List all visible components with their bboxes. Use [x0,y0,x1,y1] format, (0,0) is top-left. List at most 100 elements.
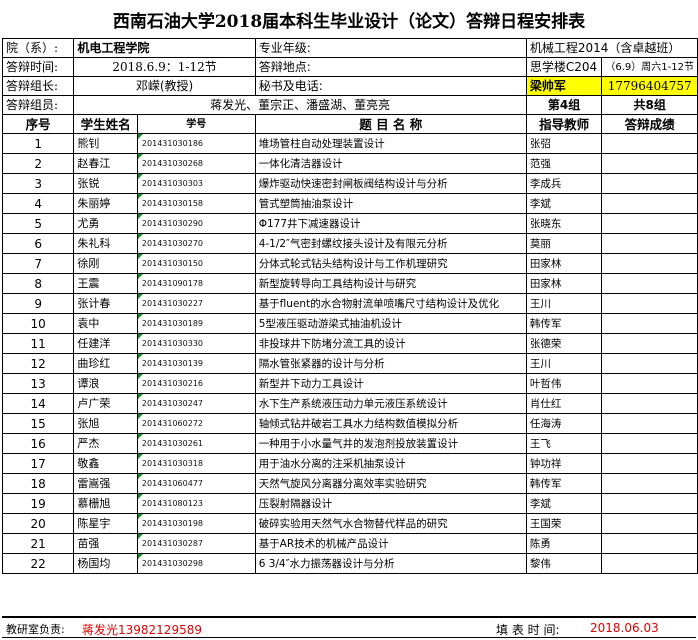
column-header-row: 序号 学生姓名 学号 题 目 名 称 指导教师 答辩成绩 [1,114,698,134]
advisor-name: 钟功祥 [525,453,603,474]
student-id: 201431030227 [136,293,256,314]
secretary-label: 秘书及电话: [254,76,527,96]
score-cell [601,273,698,294]
leader-value: 邓嵘(教授) [73,76,256,96]
student-id: 201431030261 [136,433,256,454]
advisor-name: 莫丽 [525,233,603,254]
advisor-name: 叶哲伟 [525,373,603,394]
score-cell [601,433,698,454]
score-cell [601,513,698,534]
student-name: 朱礼科 [73,233,138,254]
row-number: 1 [1,133,75,154]
row-number: 3 [1,173,75,194]
student-name: 赵春江 [73,153,138,174]
thesis-topic: 基于AR技术的机械产品设计 [254,533,527,554]
thesis-topic: 堆场管柱自动处理装置设计 [254,133,527,154]
row-number: 22 [1,553,75,574]
advisor-name: 韩传军 [525,473,603,494]
thesis-topic: 一体化清洁器设计 [254,153,527,174]
student-id: 201431030247 [136,393,256,414]
table-row: 19 慕栅旭 201431080123 压裂射隔器设计 李斌 [1,493,698,514]
student-name: 袁中 [73,313,138,334]
thesis-topic: 破碎实验用天然气水合物替代样品的研究 [254,513,527,534]
student-id: 201431030270 [136,233,256,254]
col-header-advisor: 指导教师 [525,114,603,134]
thesis-topic: 水下生产系统液压动力单元液压系统设计 [254,393,527,414]
student-id: 201431030189 [136,313,256,334]
footer-lead-label: 教研室负责: [6,623,65,636]
dept-value: 机电工程学院 [73,38,256,58]
advisor-name: 李斌 [525,193,603,214]
student-id: 201431030290 [136,213,256,234]
row-number: 15 [1,413,75,434]
score-cell [601,313,698,334]
footer-bar: 教研室负责: 蒋发光13982129589 填 表 时 间: 2018.06.0… [2,616,696,638]
table-row: 10 袁中 201431030189 5型液压驱动游梁式抽油机设计 韩传军 [1,313,698,334]
thesis-topic: 管式塑筒抽油泵设计 [254,193,527,214]
advisor-name: 王川 [525,353,603,374]
thesis-topic: 分体式轮式钻头结构设计与工作机理研究 [254,253,527,274]
thesis-topic: 非投球井下防堵分流工具的设计 [254,333,527,354]
student-name: 任建洋 [73,333,138,354]
advisor-name: 张晓东 [525,213,603,234]
dept-label: 院（系）: [1,38,75,58]
table-row: 3 张锐 201431030303 爆炸驱动快速密封闸板阀结构设计与分析 李成兵 [1,173,698,194]
major-value: 机械工程2014（含卓越班） [525,38,698,58]
student-name: 慕栅旭 [73,493,138,514]
col-header-score: 答辩成绩 [601,114,698,134]
table-row: 22 杨国均 201431030298 6 3/4″水力振荡器设计与分析 黎伟 [1,553,698,574]
student-id: 201431030186 [136,133,256,154]
page-title: 西南石油大学2018届本科生毕业设计（论文）答辩日程安排表 [112,11,586,32]
group-total: 共8组 [601,95,698,115]
score-cell [601,193,698,214]
thesis-topic: 压裂射隔器设计 [254,493,527,514]
advisor-name: 范强 [525,153,603,174]
col-header-no: 序号 [1,114,75,134]
advisor-name: 任海涛 [525,413,603,434]
score-cell [601,293,698,314]
score-cell [601,493,698,514]
col-header-student: 学生姓名 [73,114,138,134]
advisor-name: 李成兵 [525,173,603,194]
score-cell [601,173,698,194]
thesis-topic: 6 3/4″水力振荡器设计与分析 [254,553,527,574]
student-id: 201431030298 [136,553,256,574]
student-name: 徐刚 [73,253,138,274]
secretary-phone: 17796404757 [601,76,698,96]
student-name: 陈星宇 [73,513,138,534]
place-value: 思学楼C204 [525,57,603,77]
student-id: 201431060272 [136,413,256,434]
row-number: 19 [1,493,75,514]
place-label: 答辩地点: [254,57,527,77]
student-id: 201431030330 [136,333,256,354]
advisor-name: 黎伟 [525,553,603,574]
thesis-topic: 新型井下动力工具设计 [254,373,527,394]
student-name: 张旭 [73,413,138,434]
info-row-members: 答辩组员: 蒋发光、董宗正、潘盛湖、董亮亮 第4组 共8组 [1,95,698,115]
advisor-name: 王国荣 [525,513,603,534]
table-row: 7 徐刚 201431030150 分体式轮式钻头结构设计与工作机理研究 田家林 [1,253,698,274]
group-number: 第4组 [525,95,603,115]
thesis-topic: Φ177井下减速器设计 [254,213,527,234]
major-label: 专业年级: [254,38,527,58]
table-row: 17 敬鑫 201431030318 用于油水分离的注采机抽泵设计 钟功祥 [1,453,698,474]
student-name: 朱丽婷 [73,193,138,214]
table-row: 4 朱丽婷 201431030158 管式塑筒抽油泵设计 李斌 [1,193,698,214]
student-id: 201431060477 [136,473,256,494]
advisor-name: 田家林 [525,273,603,294]
table-row: 1 熊钊 201431030186 堆场管柱自动处理装置设计 张弨 [1,133,698,154]
student-name: 王震 [73,273,138,294]
row-number: 2 [1,153,75,174]
table-row: 15 张旭 201431060272 轴倾式钻井破岩工具水力结构数值模拟分析 任海涛 [1,413,698,434]
col-header-sid: 学号 [136,114,256,134]
leader-label: 答辩组长: [1,76,75,96]
score-cell [601,533,698,554]
thesis-topic: 天然气旋风分离器分离效率实验研究 [254,473,527,494]
row-number: 10 [1,313,75,334]
table-row: 6 朱礼科 201431030270 4-1/2″气密封螺纹接头设计及有限元分析 莫丽 [1,233,698,254]
table-row: 18 雷嵩强 201431060477 天然气旋风分离器分离效率实验研究 韩传军 [1,473,698,494]
student-id: 201431030268 [136,153,256,174]
student-id: 201431080123 [136,493,256,514]
thesis-topic: 爆炸驱动快速密封闸板阀结构设计与分析 [254,173,527,194]
table-row: 12 曲珍红 201431030139 隔水管张紧器的设计与分析 王川 [1,353,698,374]
